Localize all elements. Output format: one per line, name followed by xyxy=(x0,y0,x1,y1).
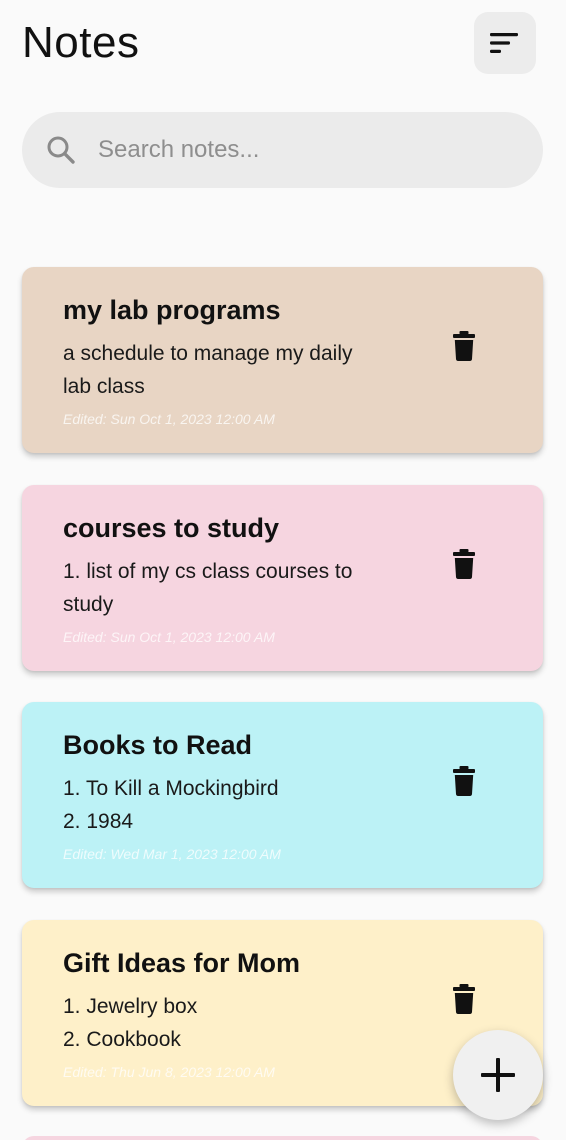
note-body: 1. Jewelry box 2. Cookbook xyxy=(63,995,198,1051)
note-card[interactable]: courses to study 1. list of my cs class … xyxy=(22,485,543,671)
note-title: courses to study xyxy=(63,513,280,543)
note-body: a schedule to manage my daily lab class xyxy=(63,342,353,398)
delete-note-button[interactable] xyxy=(450,764,478,798)
plus-icon xyxy=(481,1058,515,1092)
delete-note-button[interactable] xyxy=(450,547,478,581)
add-note-button[interactable] xyxy=(453,1030,543,1120)
trash-icon xyxy=(453,331,475,361)
sort-lines-icon xyxy=(490,33,518,53)
note-card[interactable]: my lab programs a schedule to manage my … xyxy=(22,267,543,453)
note-card-partial[interactable] xyxy=(22,1136,543,1140)
note-body: 1. To Kill a Mockingbird 2. 1984 xyxy=(63,777,279,833)
search-icon xyxy=(44,133,78,167)
header: Notes xyxy=(22,8,536,78)
delete-note-button[interactable] xyxy=(450,329,478,363)
note-edited-date: Edited: Sun Oct 1, 2023 12:00 AM xyxy=(63,629,275,645)
search-input[interactable] xyxy=(98,136,498,164)
note-edited-date: Edited: Thu Jun 8, 2023 12:00 AM xyxy=(63,1064,275,1080)
sort-button[interactable] xyxy=(474,12,536,74)
note-title: Books to Read xyxy=(63,730,253,760)
trash-icon xyxy=(453,766,475,796)
note-card[interactable]: Books to Read 1. To Kill a Mockingbird 2… xyxy=(22,702,543,888)
delete-note-button[interactable] xyxy=(450,982,478,1016)
note-edited-date: Edited: Wed Mar 1, 2023 12:00 AM xyxy=(63,846,281,862)
trash-icon xyxy=(453,549,475,579)
note-title: Gift Ideas for Mom xyxy=(63,948,301,978)
notes-app: Notes my lab programs a schedule to mana… xyxy=(0,0,566,1140)
note-body: 1. list of my cs class courses to study xyxy=(63,560,353,616)
trash-icon xyxy=(453,984,475,1014)
note-edited-date: Edited: Sun Oct 1, 2023 12:00 AM xyxy=(63,411,275,427)
page-title: Notes xyxy=(22,18,140,67)
note-title: my lab programs xyxy=(63,295,281,325)
search-bar[interactable] xyxy=(22,112,543,188)
